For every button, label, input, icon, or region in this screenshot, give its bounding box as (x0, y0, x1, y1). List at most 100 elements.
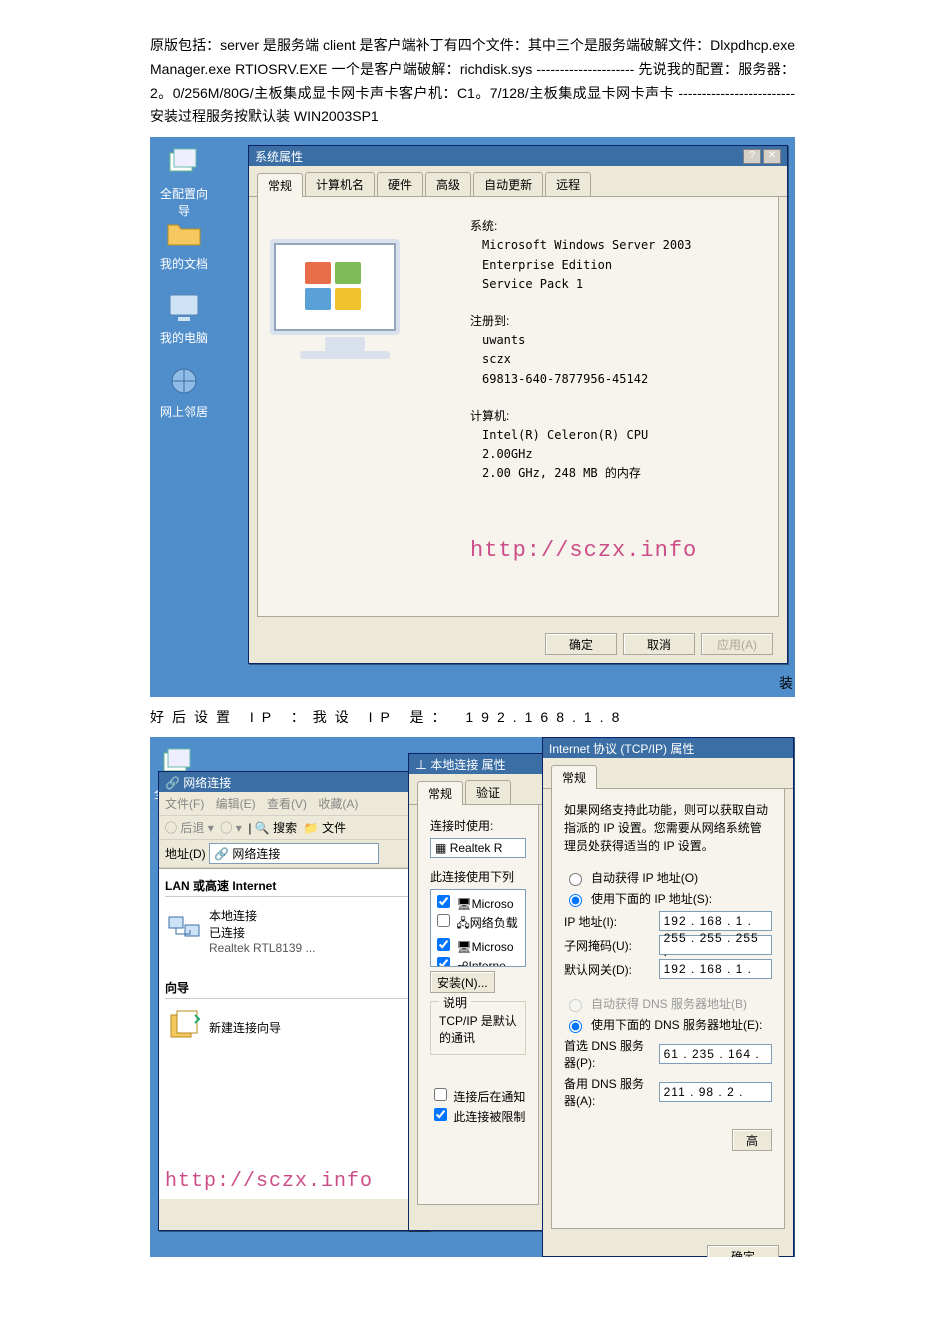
tcpip-properties-window: Internet 协议 (TCP/IP) 属性 常规 如果网络支持此功能，则可以… (542, 737, 794, 1257)
tab-general[interactable]: 常规 (257, 173, 303, 197)
checkbox[interactable] (434, 1088, 447, 1101)
radio-auto-ip[interactable]: 自动获得 IP 地址(O) (564, 869, 772, 886)
tcpip-general-panel: 如果网络支持此功能，则可以获取自动指派的 IP 设置。您需要从网络系统管理员处获… (551, 789, 785, 1229)
gateway-input[interactable]: 192 . 168 . 1 . (659, 959, 772, 979)
help-button[interactable]: ? (743, 149, 761, 164)
apply-button[interactable]: 应用(A) (701, 633, 773, 655)
notify-checkbox-row[interactable]: 连接后在通知 (430, 1085, 526, 1105)
search-button[interactable]: 🔍 搜索 (255, 821, 297, 835)
tab-advanced[interactable]: 高级 (425, 172, 471, 196)
checkbox[interactable] (434, 1108, 447, 1121)
list-item[interactable]: 🖥Microso (433, 892, 523, 911)
network-icon: 🔗 (165, 776, 180, 790)
desktop-area-2: 全配置向导 🔗 网络连接 文件(F) 编辑(E) 查看(V) 收藏(A) ◯ 后… (150, 737, 795, 1257)
radio-manual-ip[interactable]: 使用下面的 IP 地址(S): (564, 890, 772, 907)
service-icon: 🖥 (456, 940, 471, 954)
ok-button[interactable]: 确定 (545, 633, 617, 655)
wizard-section-label: 向导 (165, 977, 423, 999)
back-button[interactable]: ◯ 后退 ▾ (165, 821, 214, 835)
ip-address-input[interactable]: 192 . 168 . 1 . (659, 911, 772, 931)
radio[interactable] (569, 873, 582, 886)
menu-edit[interactable]: 编辑(E) (216, 797, 256, 811)
dns2-label: 备用 DNS 服务器(A): (564, 1075, 653, 1109)
subnet-label: 子网掩码(U): (564, 937, 653, 954)
desktop-icon-network[interactable]: 网上邻居 (156, 361, 212, 420)
gateway-label: 默认网关(D): (564, 961, 653, 978)
checkbox[interactable] (437, 938, 450, 951)
new-connection-wizard-item[interactable]: 新建连接向导 (165, 1005, 423, 1050)
desktop-icon-label: 网上邻居 (156, 403, 212, 420)
menu-file[interactable]: 文件(F) (165, 797, 204, 811)
wizard-icon (164, 143, 204, 183)
install-button[interactable]: 安装(N)... (430, 971, 495, 993)
desktop-icon-documents[interactable]: 我的文档 (156, 213, 212, 272)
cancel-button[interactable]: 取消 (623, 633, 695, 655)
checkbox[interactable] (437, 957, 450, 967)
window-title: 网络连接 (183, 776, 231, 790)
checkbox[interactable] (437, 914, 450, 927)
radio[interactable] (569, 1020, 582, 1033)
components-list[interactable]: 🖥Microso 🖧网络负载 🖥Microso ☍Interne (430, 889, 526, 967)
tab-general[interactable]: 常规 (551, 765, 597, 789)
titlebar[interactable]: 🔗 网络连接 (159, 772, 429, 792)
adapter-field[interactable]: ▦ Realtek R (430, 838, 526, 858)
radio[interactable] (569, 894, 582, 907)
tab-computer-name[interactable]: 计算机名 (305, 172, 375, 196)
lan-general-panel: 连接时使用: ▦ Realtek R 此连接使用下列 🖥Microso 🖧网络负… (417, 805, 539, 1205)
tab-hardware[interactable]: 硬件 (377, 172, 423, 196)
nav-toolbar: ◯ 后退 ▾ ◯ ▾ | 🔍 搜索 📁 文件 (159, 816, 429, 840)
protocol-icon: ☍ (456, 959, 468, 967)
tab-remote[interactable]: 远程 (545, 172, 591, 196)
desktop-icon-label: 我的电脑 (156, 329, 212, 346)
desktop-icon-mycomputer[interactable]: 我的电脑 (156, 287, 212, 346)
list-item[interactable]: ☍Interne (433, 954, 523, 967)
registered-line: sczx (470, 350, 766, 369)
tab-auto-updates[interactable]: 自动更新 (473, 172, 543, 196)
folder-icon (164, 213, 204, 253)
computer-icon (164, 287, 204, 327)
titlebar[interactable]: ⊥ 本地连接 属性 (409, 754, 547, 774)
menu-view[interactable]: 查看(V) (267, 797, 307, 811)
radio-label: 使用下面的 DNS 服务器地址(E): (591, 1016, 762, 1033)
forward-button[interactable]: ◯ ▾ (220, 821, 241, 835)
close-button[interactable]: ✕ (763, 149, 781, 164)
advanced-button[interactable]: 高 (732, 1129, 772, 1151)
tabs-row: 常规 验证 (409, 774, 547, 805)
subnet-mask-input[interactable]: 255 . 255 . 255 . (659, 935, 772, 955)
checkbox[interactable] (437, 895, 450, 908)
system-properties-window: 系统属性 ? ✕ 常规 计算机名 硬件 高级 自动更新 远程 系统: Mi (248, 145, 788, 664)
computer-line: Intel(R) Celeron(R) CPU (470, 426, 766, 445)
folders-button[interactable]: 📁 文件 (304, 821, 346, 835)
system-label: 系统: (470, 217, 766, 236)
radio-label: 自动获得 DNS 服务器地址(B) (591, 995, 747, 1012)
titlebar[interactable]: 系统属性 ? ✕ (249, 146, 787, 166)
window-title: Internet 协议 (TCP/IP) 属性 (549, 740, 694, 757)
menu-fav[interactable]: 收藏(A) (318, 797, 358, 811)
radio-manual-dns[interactable]: 使用下面的 DNS 服务器地址(E): (564, 1016, 772, 1033)
tab-auth[interactable]: 验证 (465, 780, 511, 804)
dialog-buttons: 确定 取消 应用(A) (249, 625, 787, 663)
watermark-text: http://sczx.info (470, 533, 766, 568)
list-item[interactable]: 🖧网络负载 (433, 911, 523, 935)
ok-button[interactable]: 确定 (707, 1245, 779, 1257)
local-area-connection-item[interactable]: 本地连接 已连接 Realtek RTL8139 ... (165, 903, 423, 959)
address-input[interactable]: 🔗 网络连接 (209, 843, 379, 864)
dns2-input[interactable]: 211 . 98 . 2 . (659, 1082, 772, 1102)
tab-general[interactable]: 常规 (417, 781, 463, 805)
desktop-area-1: 全配置向导 我的文档 我的电脑 网上邻居 系统属性 ? ✕ 常规 计算机名 硬件 (150, 137, 795, 697)
limited-checkbox-row[interactable]: 此连接被限制 (430, 1105, 526, 1125)
system-line: Service Pack 1 (470, 275, 766, 294)
registered-label: 注册到: (470, 312, 766, 331)
titlebar[interactable]: Internet 协议 (TCP/IP) 属性 (543, 738, 793, 758)
adapter-name: Realtek R (450, 841, 503, 855)
general-panel: 系统: Microsoft Windows Server 2003 Enterp… (257, 197, 779, 617)
list-item[interactable]: 🖥Microso (433, 935, 523, 954)
radio-label: 自动获得 IP 地址(O) (591, 869, 698, 886)
desc-text: TCP/IP 是默认的通讯 (439, 1012, 517, 1046)
dns1-label: 首选 DNS 服务器(P): (564, 1037, 653, 1071)
lan-properties-window: ⊥ 本地连接 属性 常规 验证 连接时使用: ▦ Realtek R 此连接使用… (408, 753, 548, 1231)
dialog-buttons: 确定 (543, 1237, 793, 1257)
desc-legend: 说明 (439, 994, 471, 1011)
desktop-icon-wizard[interactable]: 全配置向导 (156, 143, 212, 219)
dns1-input[interactable]: 61 . 235 . 164 . (659, 1044, 772, 1064)
